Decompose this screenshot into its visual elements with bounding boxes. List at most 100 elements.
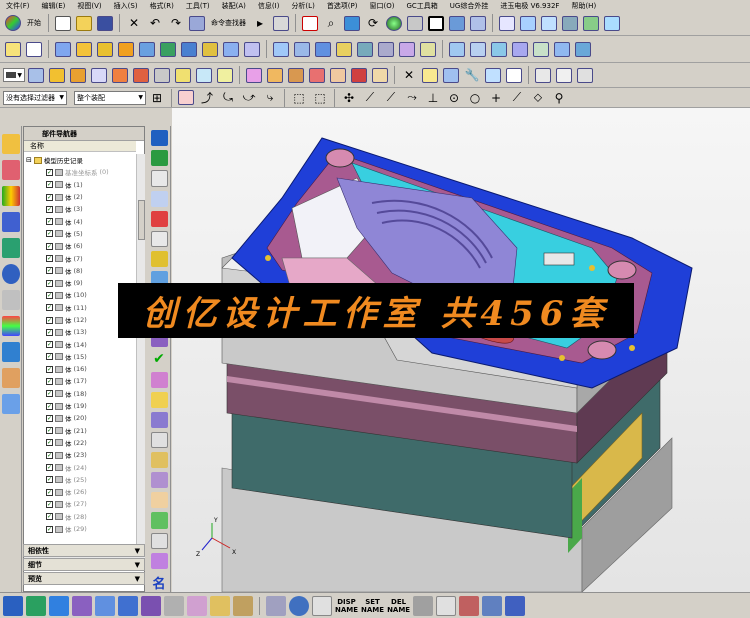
pocket-mold-icon[interactable] bbox=[150, 512, 168, 529]
web-browser-icon[interactable] bbox=[1, 238, 20, 258]
history-node[interactable]: ⊟ 模型历史记录 bbox=[24, 154, 136, 166]
replace-face-icon[interactable] bbox=[110, 65, 130, 85]
split-face-icon[interactable] bbox=[233, 595, 253, 616]
reuse-library-icon[interactable] bbox=[1, 212, 20, 232]
resize-blend-icon[interactable] bbox=[131, 65, 151, 85]
project-init-icon[interactable] bbox=[150, 130, 168, 147]
checkbox-icon[interactable]: ✓ bbox=[46, 230, 53, 238]
zoom-icon[interactable]: ⌕ bbox=[321, 13, 341, 33]
offset-surface-icon[interactable] bbox=[573, 39, 593, 59]
checkbox-icon[interactable]: ✓ bbox=[46, 291, 53, 299]
gate-icon[interactable] bbox=[150, 411, 168, 428]
checkbox-icon[interactable]: ✓ bbox=[46, 304, 53, 312]
constraint-navigator-icon[interactable] bbox=[1, 160, 20, 180]
pocket-icon[interactable] bbox=[137, 39, 157, 59]
tree-body-node[interactable]: ✓ 体 (28) bbox=[24, 511, 136, 523]
layer-copy-icon[interactable] bbox=[26, 595, 46, 616]
quadrant-point-icon[interactable]: ○ bbox=[465, 88, 485, 107]
spreadsheet-icon[interactable] bbox=[504, 65, 524, 85]
details-panel[interactable]: 细节 ▼ bbox=[23, 558, 145, 571]
existing-point-icon[interactable]: + bbox=[486, 88, 506, 107]
face-split-icon[interactable] bbox=[164, 595, 184, 616]
move-face-icon[interactable] bbox=[47, 65, 67, 85]
point-snap-icon[interactable]: ✣ bbox=[339, 88, 359, 107]
datum-node[interactable]: ✓ 基准坐标系 (0) bbox=[24, 166, 136, 178]
checkbox-icon[interactable]: ✓ bbox=[46, 316, 53, 324]
subtract-icon[interactable] bbox=[179, 39, 199, 59]
checkbox-icon[interactable]: ✓ bbox=[46, 168, 53, 176]
rotate-view-icon[interactable]: ⟳ bbox=[363, 13, 383, 33]
feature-rule-icon[interactable]: ⤷ bbox=[260, 88, 280, 107]
measure-distance-icon[interactable] bbox=[420, 65, 440, 85]
make-tangent-icon[interactable] bbox=[286, 65, 306, 85]
tree-body-node[interactable]: ✓ 体 (19) bbox=[24, 400, 136, 412]
layout-icon[interactable] bbox=[150, 210, 168, 227]
mirror-icon[interactable] bbox=[397, 39, 417, 59]
tree-body-node[interactable]: ✓ 体 (23) bbox=[24, 449, 136, 461]
chamfer-icon[interactable] bbox=[292, 39, 312, 59]
checkbox-icon[interactable]: ✓ bbox=[46, 476, 53, 484]
tree-body-node[interactable]: ✓ 体 (17) bbox=[24, 375, 136, 387]
tree-body-node[interactable]: ✓ 体 (3) bbox=[24, 203, 136, 215]
tree-body-node[interactable]: ✓ 体 (8) bbox=[24, 265, 136, 277]
new-file-icon[interactable] bbox=[53, 13, 73, 33]
menu-electrode-plugin[interactable]: 进玉电极 V6.932F bbox=[494, 1, 565, 11]
shrinkage-icon[interactable] bbox=[150, 170, 168, 187]
layer-move-icon[interactable] bbox=[3, 595, 23, 616]
tree-body-node[interactable]: ✓ 体 (24) bbox=[24, 461, 136, 473]
body-rule-icon[interactable]: ⤻ bbox=[239, 88, 259, 107]
remove-parameters-icon[interactable]: ✕ bbox=[399, 65, 419, 85]
menu-assembly[interactable]: 装配(A) bbox=[216, 1, 252, 11]
runner-icon[interactable] bbox=[150, 431, 168, 449]
menu-format[interactable]: 格式(R) bbox=[144, 1, 180, 11]
wcs-display-icon[interactable] bbox=[497, 13, 517, 33]
tree-body-node[interactable]: ✓ 体 (6) bbox=[24, 240, 136, 252]
name-tool-icon[interactable]: 名 bbox=[151, 573, 168, 592]
tree-body-node[interactable]: ✓ 体 (20) bbox=[24, 412, 136, 424]
assembly-constraint-icon[interactable] bbox=[554, 65, 574, 85]
expression-icon[interactable] bbox=[483, 65, 503, 85]
edge-blend-icon[interactable] bbox=[271, 39, 291, 59]
open-folder-icon[interactable] bbox=[74, 13, 94, 33]
mid-point-icon[interactable]: ⟋ bbox=[381, 88, 401, 107]
command-finder-button[interactable]: 命令查找器 bbox=[211, 18, 246, 28]
measure-angle-icon[interactable] bbox=[441, 65, 461, 85]
subinsert-icon[interactable] bbox=[150, 391, 168, 408]
tree-body-node[interactable]: ✓ 体 (7) bbox=[24, 252, 136, 264]
extrude-icon[interactable] bbox=[53, 39, 73, 59]
checkbox-icon[interactable]: ✓ bbox=[46, 525, 53, 533]
delete-face-icon[interactable] bbox=[152, 65, 172, 85]
revolve-icon[interactable] bbox=[74, 39, 94, 59]
tree-body-node[interactable]: ✓ 体 (25) bbox=[24, 474, 136, 486]
fit-view-icon[interactable] bbox=[300, 13, 320, 33]
wcs-save-icon[interactable] bbox=[581, 13, 601, 33]
type-filter-dropdown[interactable]: 没有选择过滤器 ▼ bbox=[3, 90, 67, 105]
point-on-curve-icon[interactable]: ⟋ bbox=[507, 88, 527, 107]
tree-body-node[interactable]: ✓ 体 (18) bbox=[24, 388, 136, 400]
arc-center-icon[interactable]: ⊙ bbox=[444, 88, 464, 107]
tree-body-node[interactable]: ✓ 体 (2) bbox=[24, 191, 136, 203]
checkbox-icon[interactable]: ✓ bbox=[46, 181, 53, 189]
family-mold-icon[interactable] bbox=[150, 230, 168, 248]
offset-region-icon[interactable] bbox=[89, 65, 109, 85]
checkbox-icon[interactable]: ✓ bbox=[46, 255, 53, 263]
make-symmetric-icon[interactable] bbox=[307, 65, 327, 85]
tree-body-node[interactable]: ✓ 体 (1) bbox=[24, 179, 136, 191]
command-finder-icon[interactable] bbox=[187, 13, 207, 33]
menu-file[interactable]: 文件(F) bbox=[0, 1, 36, 11]
rectangle-select-icon[interactable]: ⬚ bbox=[289, 88, 309, 107]
tree-body-node[interactable]: ✓ 体 (26) bbox=[24, 486, 136, 498]
tools-wrench-icon[interactable]: 🔧 bbox=[462, 65, 482, 85]
checkbox-icon[interactable]: ✓ bbox=[46, 414, 53, 422]
checkbox-icon[interactable]: ✓ bbox=[46, 402, 53, 410]
graphics-viewport[interactable]: X Y Z bbox=[172, 108, 750, 592]
process-studio-icon[interactable] bbox=[1, 316, 20, 336]
render-style-icon[interactable] bbox=[405, 13, 425, 33]
mold-tools-icon[interactable] bbox=[150, 251, 168, 268]
checkbox-icon[interactable]: ✓ bbox=[46, 267, 53, 275]
part-navigator-icon[interactable] bbox=[1, 186, 20, 206]
checkbox-icon[interactable]: ✓ bbox=[46, 427, 53, 435]
move-object-icon[interactable] bbox=[271, 13, 291, 33]
checkbox-icon[interactable]: ✓ bbox=[46, 451, 53, 459]
checkbox-icon[interactable]: ✓ bbox=[46, 365, 53, 373]
